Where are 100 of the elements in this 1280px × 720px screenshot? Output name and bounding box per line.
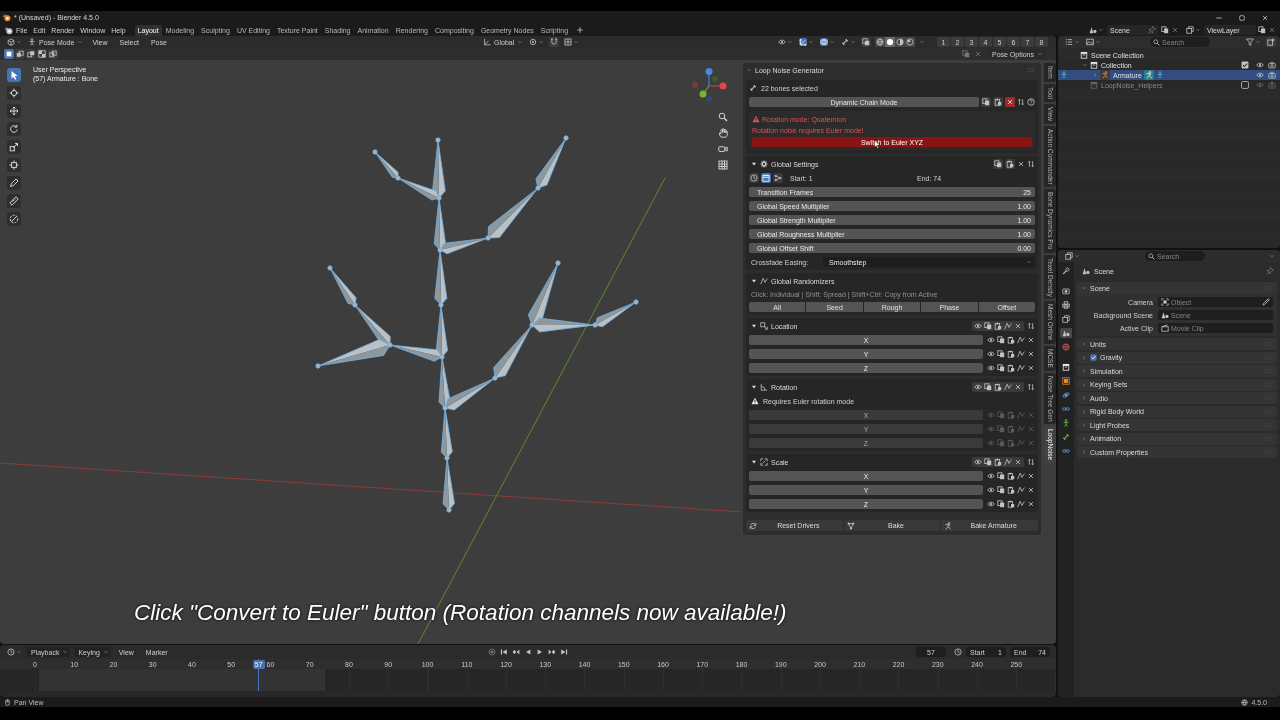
figure-icon[interactable] [1060,71,1068,79]
wireframe-sphere-icon[interactable] [875,37,885,47]
paste-icon[interactable] [1005,159,1015,169]
eye-icon[interactable] [1256,71,1264,79]
dashed-circle-icon[interactable] [7,212,21,226]
copy-icon[interactable] [984,322,992,330]
copy-icon[interactable] [997,364,1005,372]
maximize-icon[interactable] [1238,13,1246,22]
close-icon[interactable] [1027,336,1035,344]
selection-mode-icon[interactable] [37,49,47,59]
jump-end-icon[interactable] [560,648,568,656]
overlapping-squares-icon[interactable] [1060,314,1072,324]
bone-icon[interactable] [1060,432,1072,442]
copy-icon[interactable] [984,383,992,391]
calendar-icon[interactable] [761,173,771,183]
editor-type-button[interactable] [6,647,23,657]
eyedropper-icon[interactable] [1262,298,1270,306]
crosshair-icon[interactable] [7,86,21,100]
magnifier-icon[interactable] [718,112,728,122]
copy-icon[interactable] [981,97,991,107]
chain-icon[interactable] [1060,446,1072,456]
hand-icon[interactable] [718,128,728,138]
close-icon[interactable] [1005,97,1015,107]
chain-icon[interactable] [1060,404,1072,414]
sort-icon[interactable] [1017,98,1025,106]
camera-icon[interactable] [1268,71,1276,79]
close-icon[interactable] [1027,472,1035,480]
close-icon[interactable] [1027,500,1035,508]
paste-icon[interactable] [1007,500,1015,508]
editor-type-button[interactable] [1064,251,1081,261]
paste-icon[interactable] [994,458,1002,466]
pin-icon[interactable] [1266,267,1274,275]
paste-icon[interactable] [994,322,1002,330]
record-icon[interactable] [488,648,496,656]
eye-icon[interactable] [987,350,995,358]
snap-target-button[interactable] [563,37,581,47]
eye-icon[interactable] [974,458,982,466]
paste-icon[interactable] [1007,336,1015,344]
help-icon[interactable] [1027,98,1035,106]
paste-icon[interactable] [993,97,1003,107]
jump-start-icon[interactable] [500,648,508,656]
close-icon[interactable] [1027,350,1035,358]
orbit-icon[interactable] [1060,390,1072,400]
eye-icon[interactable] [974,322,982,330]
paste-icon[interactable] [1007,472,1015,480]
scale-icon[interactable] [7,140,21,154]
selection-mode-icon[interactable] [48,49,58,59]
selection-mode-icon[interactable] [4,49,14,59]
copy-icon[interactable] [997,500,1005,508]
move-arrows-icon[interactable] [7,104,21,118]
selection-mode-icon[interactable] [26,49,36,59]
pin-icon[interactable] [1148,26,1156,34]
copy-icon[interactable] [997,350,1005,358]
overlapping-squares-icon[interactable] [861,37,871,47]
clock-icon[interactable] [954,648,962,656]
close-icon[interactable] [1261,13,1269,22]
copy-icon[interactable] [997,486,1005,494]
grid-icon[interactable] [718,160,728,170]
eye-icon[interactable] [974,383,982,391]
close-icon[interactable] [1014,458,1022,466]
scene-browse-button[interactable] [1088,25,1105,35]
half-sphere-icon[interactable] [895,37,905,47]
paste-icon[interactable] [1007,350,1015,358]
sort-icon[interactable] [1027,322,1035,330]
sort-icon[interactable] [1027,458,1035,466]
magnet-icon[interactable] [549,37,560,47]
copy-icon[interactable] [984,458,992,466]
ruler-icon[interactable] [7,194,21,208]
rotate-icon[interactable] [7,122,21,136]
visibility-button[interactable] [777,37,794,47]
close-icon[interactable] [1027,364,1035,372]
gizmo-button[interactable] [798,37,815,47]
blender-menu-icon[interactable] [4,25,13,35]
figure-icon[interactable] [1143,70,1154,80]
box-icon[interactable] [1060,362,1072,372]
camera-icon[interactable] [1060,286,1072,296]
close-icon[interactable] [1017,160,1025,168]
wrench-icon[interactable] [1060,266,1072,276]
copy-icon[interactable] [997,336,1005,344]
paste-icon[interactable] [1007,486,1015,494]
shaded-sphere-icon[interactable] [905,37,915,47]
curve-icon[interactable] [1004,383,1012,391]
eye-icon[interactable] [987,486,995,494]
sort-icon[interactable] [1027,160,1035,168]
filter-button[interactable] [1245,37,1262,47]
eye-icon[interactable] [1256,61,1264,69]
close-icon[interactable] [1014,322,1022,330]
display-filter-button[interactable] [1085,37,1102,47]
clock-icon[interactable] [749,173,759,183]
editor-type-button[interactable] [6,37,23,47]
next-keyframe-icon[interactable] [548,648,556,656]
eye-icon[interactable] [987,336,995,344]
checkbox-icon[interactable] [1241,81,1249,89]
pivot-button[interactable] [528,37,546,47]
pencil-icon[interactable] [7,176,21,190]
eye-icon[interactable] [987,500,995,508]
copy-icon[interactable] [1161,26,1169,34]
printer-icon[interactable] [1060,300,1072,310]
previous-keyframe-icon[interactable] [512,648,520,656]
close-icon[interactable] [1014,383,1022,391]
